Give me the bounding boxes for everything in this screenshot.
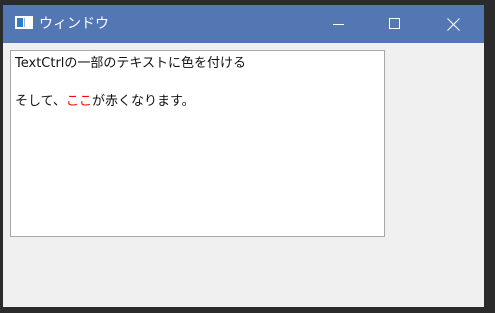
title-bar[interactable]: ウィンドウ bbox=[3, 5, 484, 43]
text-control[interactable]: TextCtrlの一部のテキストに色を付ける そして、ここが赤くなります。 bbox=[10, 50, 385, 237]
window-title: ウィンドウ bbox=[39, 16, 109, 32]
close-icon bbox=[446, 17, 460, 31]
text-before-highlight: そして、 bbox=[15, 94, 66, 109]
close-button[interactable] bbox=[430, 5, 476, 43]
app-window-icon bbox=[15, 16, 33, 29]
maximize-button[interactable] bbox=[372, 5, 418, 43]
text-line-1: TextCtrlの一部のテキストに色を付ける bbox=[15, 56, 247, 71]
minimize-icon bbox=[333, 24, 344, 25]
text-after-highlight: が赤くなります。 bbox=[91, 94, 195, 109]
minimize-button[interactable] bbox=[316, 5, 362, 43]
text-line-3: そして、ここが赤くなります。 bbox=[15, 92, 380, 111]
red-highlighted-text: ここ bbox=[65, 94, 92, 109]
app-window: ウィンドウ TextCtrlの一部のテキストに色を付ける そして、ここが赤くなり… bbox=[3, 5, 484, 307]
text-line-blank bbox=[15, 73, 380, 92]
maximize-icon bbox=[389, 18, 400, 29]
